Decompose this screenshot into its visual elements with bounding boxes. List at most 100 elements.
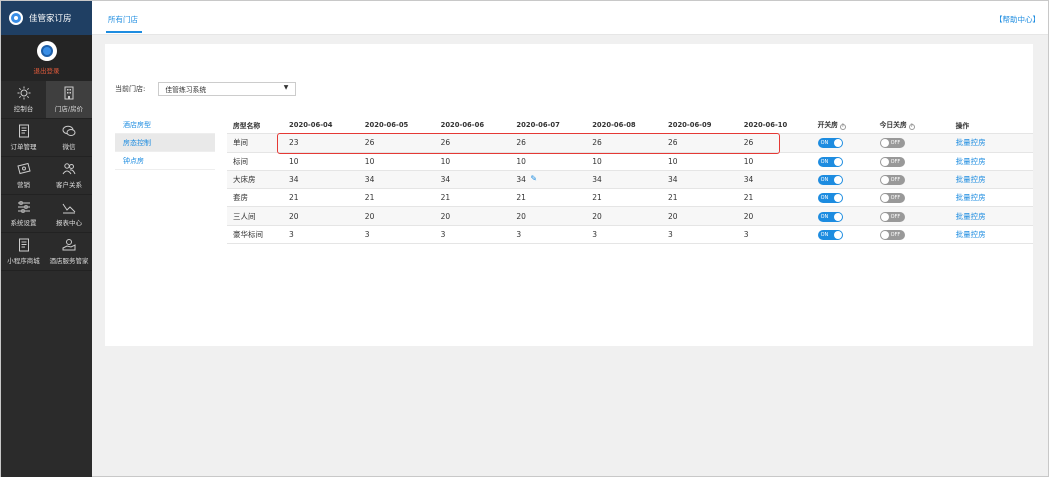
room-count-cell[interactable]: 21 xyxy=(283,193,359,202)
room-count-cell[interactable]: 20 xyxy=(510,212,586,221)
sidebar-item-store-price[interactable]: 门店/房价 xyxy=(46,81,92,119)
building-icon xyxy=(64,86,74,100)
batch-control-link[interactable]: 批量控房 xyxy=(954,174,986,185)
room-count-cell[interactable]: 3 xyxy=(283,230,359,239)
question-icon[interactable]: ? xyxy=(908,124,915,131)
today-close-toggle[interactable]: OFF xyxy=(879,156,905,167)
today-close-toggle[interactable]: OFF xyxy=(879,138,905,149)
room-count-cell[interactable]: 34 xyxy=(738,175,814,184)
today-close-toggle[interactable]: OFF xyxy=(879,175,905,186)
open-room-toggle[interactable]: ON xyxy=(817,156,843,167)
table-header: 房型名称 2020-06-04 2020-06-05 2020-06-06 20… xyxy=(227,116,1033,135)
service-icon xyxy=(62,239,76,251)
batch-control-link[interactable]: 批量控房 xyxy=(954,211,986,222)
room-count-cell[interactable]: 21 xyxy=(586,193,662,202)
logout-link[interactable]: 退出登录 xyxy=(34,65,60,75)
room-count-cell[interactable]: 20 xyxy=(283,212,359,221)
sun-icon xyxy=(17,86,30,100)
brand[interactable]: 佳管家订房 xyxy=(1,1,92,35)
today-close-toggle[interactable]: OFF xyxy=(879,229,905,240)
open-room-toggle[interactable]: ON xyxy=(817,193,843,204)
room-count-cell[interactable]: 10 xyxy=(510,157,586,166)
sidebar-item-label: 小程序商城 xyxy=(7,257,40,265)
room-count-cell[interactable]: 21 xyxy=(738,193,814,202)
open-room-toggle[interactable]: ON xyxy=(817,175,843,186)
sidebar-item-orders[interactable]: 订单管理 xyxy=(1,119,46,157)
sidebar-item-wechat[interactable]: 微信 xyxy=(46,119,92,157)
room-count-cell[interactable]: 3 xyxy=(586,230,662,239)
room-count-cell[interactable]: 3 xyxy=(738,230,814,239)
sidebar-item-reports[interactable]: 报表中心 xyxy=(46,195,92,233)
room-name: 套房 xyxy=(233,193,248,203)
subnav-room-types[interactable]: 酒店房型 xyxy=(115,116,215,134)
room-count-cell[interactable]: 3 xyxy=(662,230,738,239)
today-close-toggle[interactable]: OFF xyxy=(879,211,905,222)
room-count-cell[interactable]: 10 xyxy=(435,157,511,166)
sidebar-item-mini-mall[interactable]: 小程序商城 xyxy=(1,233,46,271)
subnav-hourly-rooms[interactable]: 钟点房 xyxy=(115,152,215,170)
room-count-cell[interactable]: 34 xyxy=(359,175,435,184)
batch-control-link[interactable]: 批量控房 xyxy=(954,192,986,203)
room-count-cell[interactable]: 34 xyxy=(435,175,511,184)
header-date: 2020-06-08 xyxy=(592,120,636,129)
store-label: 当前门店: xyxy=(115,85,146,93)
table-row: 豪华标间 3 3 3 3 3 3 3 ON OFF 批量控房 xyxy=(227,226,1033,245)
batch-control-link[interactable]: 批量控房 xyxy=(954,137,986,148)
store-select[interactable]: 佳管练习系统 ▼ xyxy=(158,82,297,96)
room-count-cell[interactable]: 10 xyxy=(738,157,814,166)
tab-all-stores[interactable]: 所有门店 xyxy=(108,14,138,25)
room-count-cell[interactable]: 21 xyxy=(359,193,435,202)
header-today-close: 今日关房? xyxy=(879,121,915,131)
help-center-link[interactable]: 【帮助中心】 xyxy=(995,14,1040,25)
avatar[interactable] xyxy=(36,41,57,61)
room-count-cell[interactable]: 20 xyxy=(586,212,662,221)
open-room-toggle[interactable]: ON xyxy=(817,138,843,149)
room-count-cell[interactable]: 20 xyxy=(359,212,435,221)
room-count-cell[interactable]: 34 xyxy=(586,175,662,184)
room-count-cell[interactable]: 21 xyxy=(435,193,511,202)
pencil-icon[interactable]: ✎ xyxy=(530,174,537,183)
active-tab-indicator xyxy=(106,31,142,33)
room-count-cell[interactable]: 10 xyxy=(586,157,662,166)
sidebar-item-marketing[interactable]: 营销 xyxy=(1,157,46,195)
open-room-toggle[interactable]: ON xyxy=(817,211,843,222)
subnav-room-status[interactable]: 房态控制 xyxy=(115,134,215,152)
today-close-toggle[interactable]: OFF xyxy=(879,193,905,204)
table-row: 套房 21 21 21 21 21 21 21 ON OFF 批量控房 xyxy=(227,189,1033,208)
ticket-icon xyxy=(16,162,31,175)
sidebar-item-label: 报表中心 xyxy=(56,219,82,227)
room-count-cell[interactable]: 34 xyxy=(662,175,738,184)
sidebar-item-service[interactable]: 酒店服务管家 xyxy=(46,233,92,271)
room-count-cell[interactable]: 3 xyxy=(435,230,511,239)
header-operation: 操作 xyxy=(955,121,970,130)
room-count-cell[interactable]: 10 xyxy=(283,157,359,166)
today-toggle-cell: OFF xyxy=(876,137,954,149)
header-room-name: 房型名称 xyxy=(233,121,261,130)
batch-control-link[interactable]: 批量控房 xyxy=(954,229,986,240)
batch-control-link[interactable]: 批量控房 xyxy=(954,156,986,167)
brand-name: 佳管家订房 xyxy=(29,14,72,24)
open-toggle-cell: ON xyxy=(814,211,876,222)
room-count-cell[interactable]: 21 xyxy=(510,193,586,202)
open-room-toggle[interactable]: ON xyxy=(817,229,843,240)
store-selector-row: 当前门店: 佳管练习系统 ▼ xyxy=(115,82,297,96)
room-count-cell[interactable]: 34 xyxy=(283,175,359,184)
room-count-cell[interactable]: 34 ✎ xyxy=(510,174,586,184)
main-content: 当前门店: 佳管练习系统 ▼ 酒店房型 房态控制 钟点房 房型名称 2020-0… xyxy=(92,35,1048,476)
sidebar-item-settings[interactable]: 系统设置 xyxy=(1,195,46,233)
question-icon[interactable]: ? xyxy=(839,124,846,131)
room-count-cell[interactable]: 20 xyxy=(738,212,814,221)
room-count-cell[interactable]: 10 xyxy=(359,157,435,166)
room-count-cell[interactable]: 21 xyxy=(662,193,738,202)
open-toggle-cell: ON xyxy=(814,174,876,186)
room-count-cell[interactable]: 20 xyxy=(662,212,738,221)
sidebar-item-console[interactable]: 控制台 xyxy=(1,81,46,119)
header-date: 2020-06-10 xyxy=(743,120,788,129)
content-panel: 当前门店: 佳管练习系统 ▼ 酒店房型 房态控制 钟点房 房型名称 2020-0… xyxy=(105,44,1033,346)
room-count-cell[interactable]: 20 xyxy=(435,212,511,221)
room-count-cell[interactable]: 3 xyxy=(510,230,586,239)
sidebar-item-customers[interactable]: 客户关系 xyxy=(46,157,92,195)
header-date: 2020-06-06 xyxy=(440,120,485,129)
room-count-cell[interactable]: 3 xyxy=(359,230,435,239)
room-count-cell[interactable]: 10 xyxy=(662,157,738,166)
